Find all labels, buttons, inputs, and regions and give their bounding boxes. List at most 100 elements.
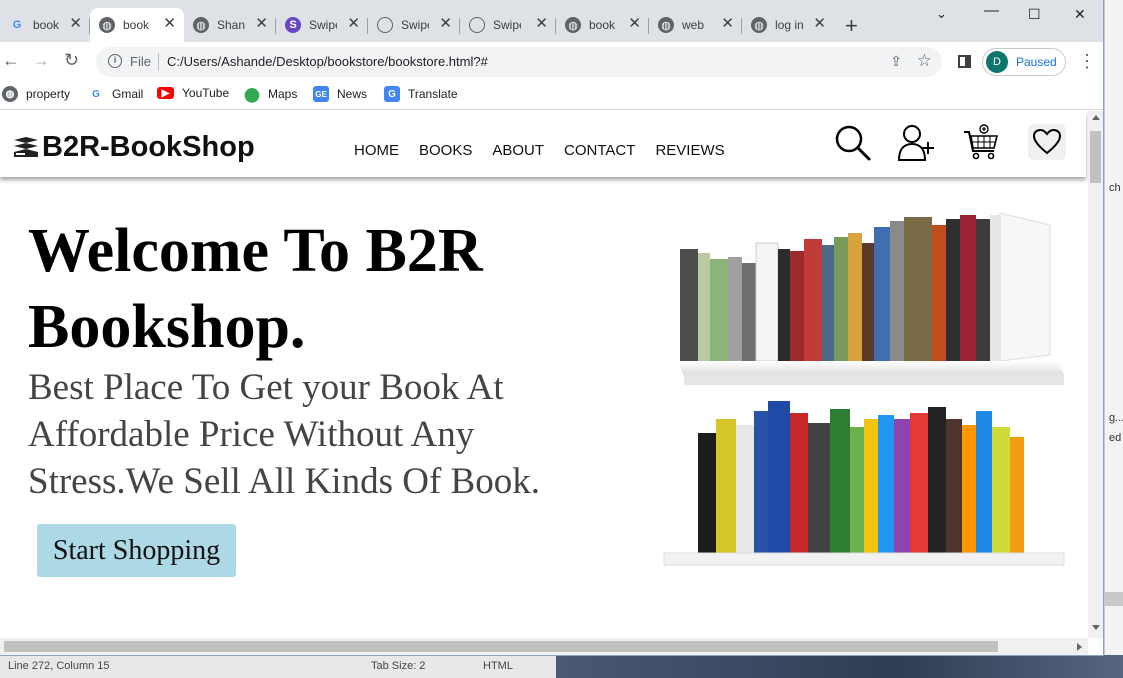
scroll-thumb[interactable] bbox=[1090, 131, 1101, 183]
tab-swipe[interactable]: S Swipe ✕ bbox=[276, 8, 368, 42]
bookmark-gmail[interactable]: G Gmail bbox=[88, 86, 143, 102]
maps-pin-icon: ⬤ bbox=[244, 85, 260, 102]
blank-page-icon bbox=[469, 17, 485, 33]
new-tab-button[interactable]: + bbox=[845, 15, 858, 37]
reload-icon[interactable]: ↻ bbox=[64, 50, 79, 70]
tab-search-chevron-icon[interactable]: ⌄ bbox=[936, 6, 947, 22]
tab-size[interactable]: Tab Size: 2 bbox=[371, 660, 425, 672]
bookmark-label: YouTube bbox=[182, 86, 230, 100]
bookmarks-bar: ◍ property G Gmail ▶ YouTube ⬤ Maps GE N… bbox=[0, 80, 1103, 110]
site-nav: HOME BOOKS ABOUT CONTACT REVIEWS bbox=[354, 142, 725, 159]
cart-icon[interactable] bbox=[962, 124, 1000, 162]
background-fragment: g... bbox=[1109, 412, 1123, 424]
close-icon[interactable]: ✕ bbox=[255, 16, 268, 32]
news-icon: GE bbox=[313, 86, 329, 102]
tab-book-active[interactable]: ◍ book ✕ bbox=[90, 8, 184, 42]
background-fragment: ch D bbox=[1109, 182, 1123, 194]
maximize-icon[interactable]: ☐ bbox=[1028, 6, 1041, 23]
scroll-thumb[interactable] bbox=[4, 641, 998, 652]
top-shelf bbox=[678, 212, 1064, 385]
bookmark-youtube[interactable]: ▶ YouTube bbox=[157, 86, 229, 100]
scroll-down-arrow-icon[interactable] bbox=[1092, 625, 1100, 630]
profile-button[interactable]: D Paused bbox=[982, 48, 1066, 76]
tab-book[interactable]: ◍ book ✕ bbox=[556, 8, 649, 42]
close-icon[interactable]: ✕ bbox=[69, 16, 82, 32]
close-icon[interactable]: ✕ bbox=[628, 16, 641, 32]
bookmark-label: Gmail bbox=[112, 87, 144, 101]
horizontal-scrollbar[interactable] bbox=[0, 638, 1088, 655]
scroll-right-arrow-icon[interactable] bbox=[1077, 643, 1082, 651]
side-panel-icon[interactable] bbox=[958, 55, 971, 68]
cursor-position[interactable]: Line 272, Column 15 bbox=[8, 660, 110, 672]
globe-icon: ◍ bbox=[751, 17, 767, 33]
tab-title: book bbox=[33, 18, 60, 32]
nav-about[interactable]: ABOUT bbox=[492, 142, 544, 159]
close-window-icon[interactable]: ✕ bbox=[1074, 6, 1086, 23]
close-icon[interactable]: ✕ bbox=[721, 16, 734, 32]
youtube-icon: ▶ bbox=[157, 87, 174, 99]
close-icon[interactable]: ✕ bbox=[813, 16, 826, 32]
scroll-up-arrow-icon[interactable] bbox=[1092, 115, 1100, 120]
books-icon bbox=[14, 136, 38, 157]
tab-swipe[interactable]: Swipe ✕ bbox=[368, 8, 460, 42]
divider bbox=[158, 53, 159, 71]
hero-subtitle: Best Place To Get your Book At Affordabl… bbox=[28, 367, 540, 502]
nav-books[interactable]: BOOKS bbox=[419, 142, 472, 159]
nav-contact[interactable]: CONTACT bbox=[564, 142, 635, 159]
search-icon[interactable] bbox=[834, 124, 872, 162]
tab-web[interactable]: ◍ web ✕ bbox=[649, 8, 742, 42]
add-user-icon[interactable] bbox=[897, 124, 937, 162]
bookmark-star-icon[interactable]: ☆ bbox=[917, 51, 932, 71]
globe-icon: ◍ bbox=[658, 17, 674, 33]
tab-title: web bbox=[682, 18, 705, 32]
language-mode[interactable]: HTML bbox=[483, 660, 513, 672]
vertical-scrollbar[interactable] bbox=[1088, 111, 1103, 638]
tab-title: Swipe bbox=[309, 18, 337, 32]
nav-home[interactable]: HOME bbox=[354, 142, 399, 159]
background-fragment: ed bbox=[1109, 432, 1122, 444]
info-icon[interactable]: i bbox=[108, 54, 122, 68]
minimize-icon[interactable]: — bbox=[984, 2, 999, 19]
browser-window: G book ✕ ◍ book ✕ ◍ Shane ✕ S Swipe ✕ Sw… bbox=[0, 0, 1104, 656]
tab-strip: G book ✕ ◍ book ✕ ◍ Shane ✕ S Swipe ✕ Sw… bbox=[0, 0, 1103, 42]
share-icon[interactable]: ⇪ bbox=[890, 53, 902, 70]
desktop-background bbox=[556, 655, 1123, 678]
bookmark-property[interactable]: ◍ property bbox=[2, 86, 70, 102]
site-logo[interactable]: B2R-BookShop bbox=[12, 131, 255, 164]
blank-page-icon bbox=[377, 17, 393, 33]
close-icon[interactable]: ✕ bbox=[163, 16, 176, 32]
tab-log-in[interactable]: ◍ log in ✕ bbox=[742, 8, 834, 42]
close-icon[interactable]: ✕ bbox=[347, 16, 360, 32]
close-icon[interactable]: ✕ bbox=[535, 16, 548, 32]
url-text[interactable]: C:/Users/Ashande/Desktop/bookstore/books… bbox=[167, 54, 488, 69]
bookmark-translate[interactable]: G Translate bbox=[384, 86, 458, 102]
bookmark-news[interactable]: GE News bbox=[313, 86, 367, 102]
tab-title: Swipe bbox=[401, 18, 429, 32]
forward-arrow-icon[interactable]: → bbox=[32, 50, 50, 70]
start-shopping-button[interactable]: Start Shopping bbox=[37, 524, 236, 577]
tab-book[interactable]: G book ✕ bbox=[0, 8, 90, 42]
bookmark-maps[interactable]: ⬤ Maps bbox=[244, 86, 297, 102]
g-icon: G bbox=[12, 19, 22, 31]
tab-shane[interactable]: ◍ Shane ✕ bbox=[184, 8, 276, 42]
address-bar[interactable]: i File C:/Users/Ashande/Desktop/bookstor… bbox=[96, 47, 942, 77]
profile-status: Paused bbox=[1016, 55, 1057, 69]
wishlist-button[interactable] bbox=[1028, 124, 1066, 160]
close-icon[interactable]: ✕ bbox=[439, 16, 452, 32]
tab-swipe[interactable]: Swipe ✕ bbox=[460, 8, 556, 42]
tab-title: Swipe bbox=[493, 18, 521, 32]
nav-reviews[interactable]: REVIEWS bbox=[655, 142, 724, 159]
editor-status-bar: Line 272, Column 15 Tab Size: 2 HTML bbox=[0, 655, 556, 678]
google-icon: G bbox=[92, 88, 100, 100]
heart-icon bbox=[1033, 129, 1061, 155]
bookmark-label: Maps bbox=[268, 87, 298, 101]
background-scrollbar bbox=[1105, 592, 1123, 606]
avatar: D bbox=[986, 51, 1008, 73]
back-arrow-icon[interactable]: ← bbox=[2, 50, 20, 70]
bookmark-label: property bbox=[26, 87, 71, 101]
menu-kebab-icon[interactable]: ⋮ bbox=[1078, 51, 1096, 71]
logo-text: B2R-BookShop bbox=[42, 131, 255, 163]
globe-icon: ◍ bbox=[2, 86, 18, 102]
bookmark-label: Translate bbox=[408, 87, 458, 101]
bottom-shelf bbox=[663, 401, 1065, 566]
